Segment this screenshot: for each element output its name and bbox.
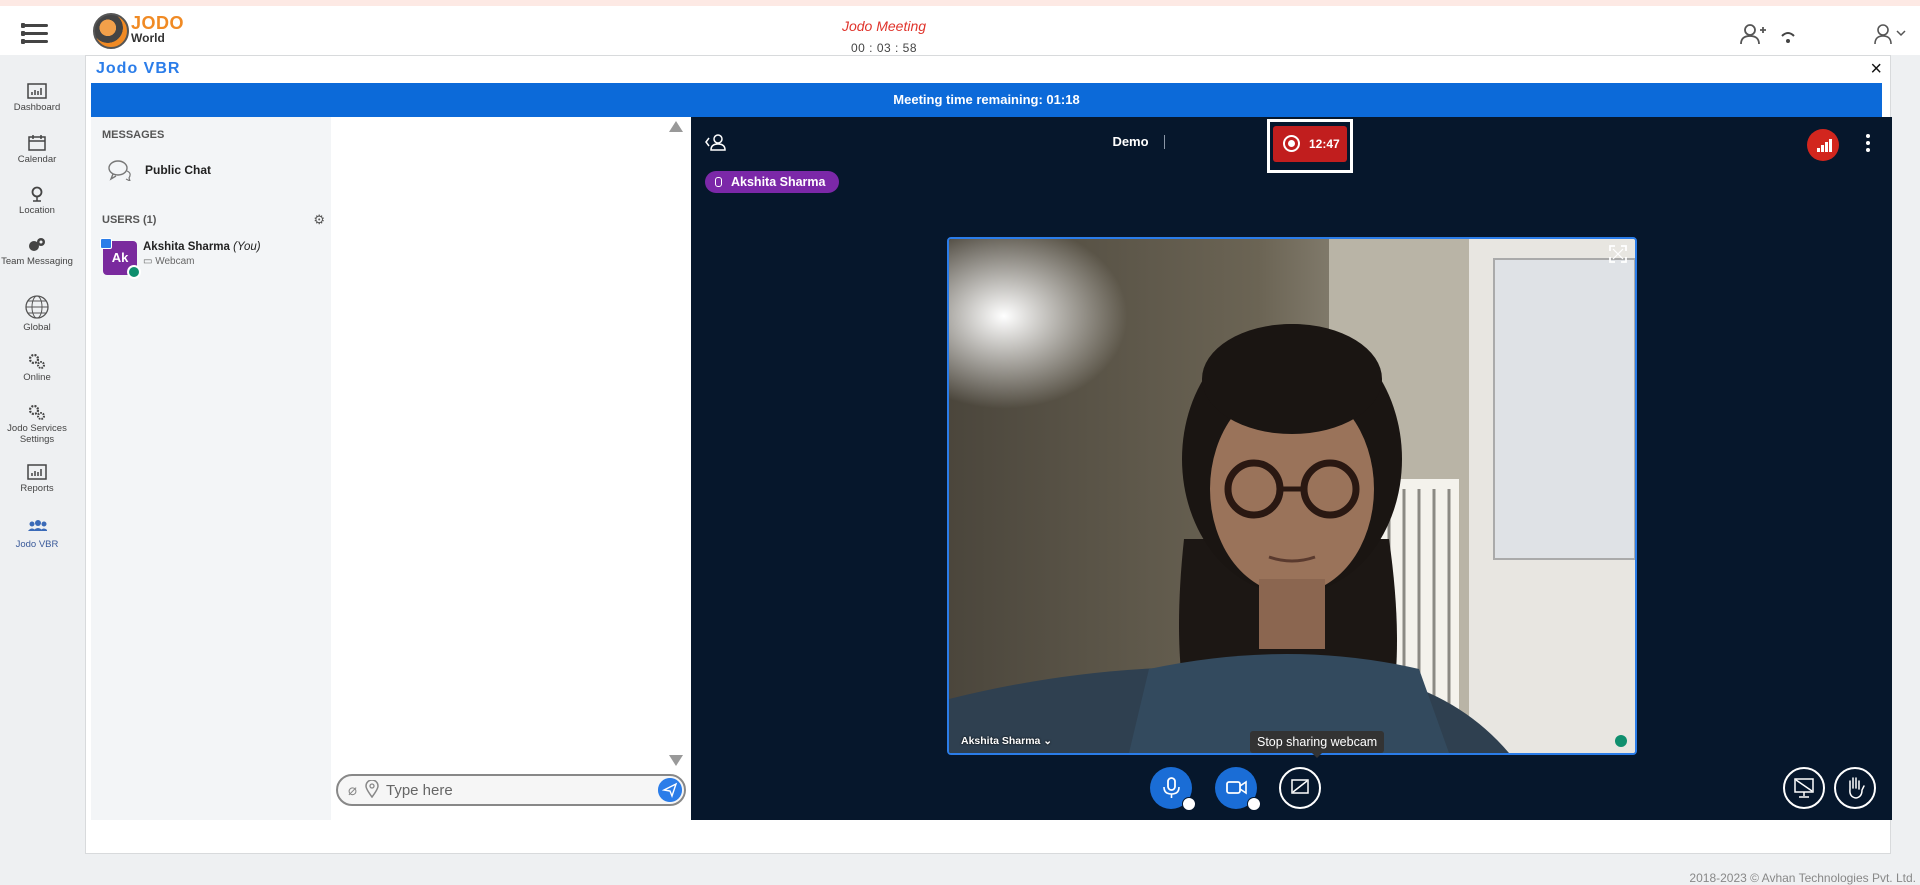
reports-icon: [27, 464, 47, 480]
public-chat-item[interactable]: Public Chat: [107, 159, 211, 181]
scroll-down-arrow-icon[interactable]: [669, 755, 683, 766]
nav-item-reports[interactable]: Reports: [0, 464, 74, 494]
chat-input-box: ⌀: [336, 774, 686, 806]
nav-label: Reports: [20, 483, 54, 494]
user-status: Webcam: [155, 256, 195, 267]
chat-panel: ⌀: [331, 117, 688, 820]
video-area: Demo 12:47 Akshita Sharma Akshita Sharma…: [691, 117, 1892, 820]
user-list-sidebar: MESSAGES Public Chat USERS (1) ⚙ Ak Aksh…: [91, 117, 331, 820]
webcam-video[interactable]: Akshita Sharma ⌄: [947, 237, 1637, 755]
recording-indicator[interactable]: 12:47: [1267, 119, 1353, 173]
talking-indicator: Akshita Sharma: [705, 171, 840, 193]
webcam-feed-image: [949, 239, 1635, 753]
nav-item-calendar[interactable]: Calendar: [0, 135, 74, 165]
footer-copyright: 2018-2023 © Avhan Technologies Pvt. Ltd.: [1689, 871, 1916, 885]
profile-menu-icon[interactable]: [1874, 23, 1908, 45]
avatar-initials: Ak: [111, 250, 129, 265]
nav-item-location[interactable]: Location: [0, 186, 74, 216]
nav-item-jodo-vbr[interactable]: Jodo VBR: [0, 520, 74, 550]
more-options-icon[interactable]: [1866, 134, 1870, 155]
nav-label: Global: [23, 322, 51, 333]
location-pin-icon[interactable]: [365, 780, 379, 798]
nav-item-jodo-services-settings[interactable]: Jodo Services Settings: [0, 404, 74, 445]
meeting-title: Jodo Meeting: [841, 18, 927, 34]
nav-label: Dashboard: [13, 102, 61, 113]
nav-item-team-messaging[interactable]: Team Messaging: [0, 237, 74, 267]
you-label: (You): [233, 241, 261, 253]
meeting-name: Demo: [1112, 134, 1149, 149]
panel-title: Jodo VBR: [96, 60, 181, 77]
public-chat-label: Public Chat: [145, 163, 212, 177]
raise-hand-button[interactable]: [1834, 767, 1876, 809]
nav-item-online[interactable]: Online: [0, 353, 74, 383]
close-icon[interactable]: ×: [1870, 58, 1882, 81]
attachment-icon[interactable]: ⌀: [348, 781, 357, 799]
user-name: Akshita Sharma: [143, 241, 230, 253]
presentation-icon: [1794, 778, 1814, 798]
nav-label: Jodo Services Settings: [7, 423, 67, 445]
raise-hand-icon: [1849, 777, 1865, 799]
webcam-user-label[interactable]: Akshita Sharma ⌄: [961, 735, 1052, 747]
screen-share-icon: [1291, 779, 1309, 794]
left-nav: Dashboard Calendar Location Team Messagi…: [0, 55, 74, 885]
webcam-options-icon[interactable]: [1247, 797, 1261, 811]
users-heading: USERS (1): [102, 214, 157, 226]
presentation-button[interactable]: [1783, 767, 1825, 809]
nav-label: Online: [23, 372, 51, 383]
gear-icon[interactable]: ⚙: [313, 212, 325, 228]
mic-options-icon[interactable]: [1182, 797, 1196, 811]
chat-message-input[interactable]: [386, 780, 636, 800]
meeting-time-remaining-bar: Meeting time remaining: 01:18: [91, 83, 1882, 117]
nav-label: Jodo VBR: [15, 539, 59, 550]
add-user-icon[interactable]: [1740, 23, 1766, 45]
location-icon: [31, 186, 43, 202]
nav-item-dashboard[interactable]: Dashboard: [0, 83, 74, 113]
vbr-icon: [28, 520, 47, 531]
webcam-small-icon: ▭: [143, 256, 153, 267]
webcam-mic-icon: [1615, 735, 1627, 747]
calendar-icon: [28, 135, 46, 151]
presenter-badge-icon: [100, 238, 112, 249]
nav-label: Location: [19, 205, 55, 216]
nav-item-global[interactable]: Global: [0, 295, 74, 333]
global-icon: [25, 295, 49, 319]
nav-label: Calendar: [17, 154, 57, 165]
online-icon: [28, 353, 45, 369]
mic-badge-icon: [127, 265, 141, 279]
team-messaging-icon: [29, 238, 45, 251]
recording-time: 12:47: [1309, 137, 1340, 151]
fullscreen-icon[interactable]: [1609, 245, 1627, 263]
webcam-button[interactable]: [1215, 767, 1261, 811]
avatar: Ak: [100, 238, 141, 279]
scroll-up-arrow-icon[interactable]: [669, 121, 683, 132]
record-icon: [1283, 135, 1300, 152]
separator: [1164, 135, 1165, 149]
dashboard-icon: [27, 83, 47, 99]
meeting-clock: 00 : 03 : 58: [850, 41, 918, 55]
tooltip: Stop sharing webcam: [1250, 731, 1385, 758]
top-bar: JODO World Jodo Meeting 00 : 03 : 58: [0, 0, 1920, 55]
vbr-panel: Jodo VBR × Meeting time remaining: 01:18…: [85, 55, 1892, 854]
connection-status-icon[interactable]: [1807, 129, 1839, 161]
messages-heading: MESSAGES: [102, 129, 165, 141]
wifi-icon: [1781, 32, 1795, 43]
chat-bubble-icon: [108, 160, 131, 181]
share-screen-button[interactable]: [1279, 767, 1321, 809]
settings-icon: [28, 404, 45, 420]
mic-button[interactable]: [1150, 767, 1196, 811]
nav-label: Team Messaging: [1, 256, 73, 267]
send-icon[interactable]: [658, 778, 682, 802]
user-list-item[interactable]: Ak Akshita Sharma (You) ▭ Webcam: [100, 238, 261, 279]
